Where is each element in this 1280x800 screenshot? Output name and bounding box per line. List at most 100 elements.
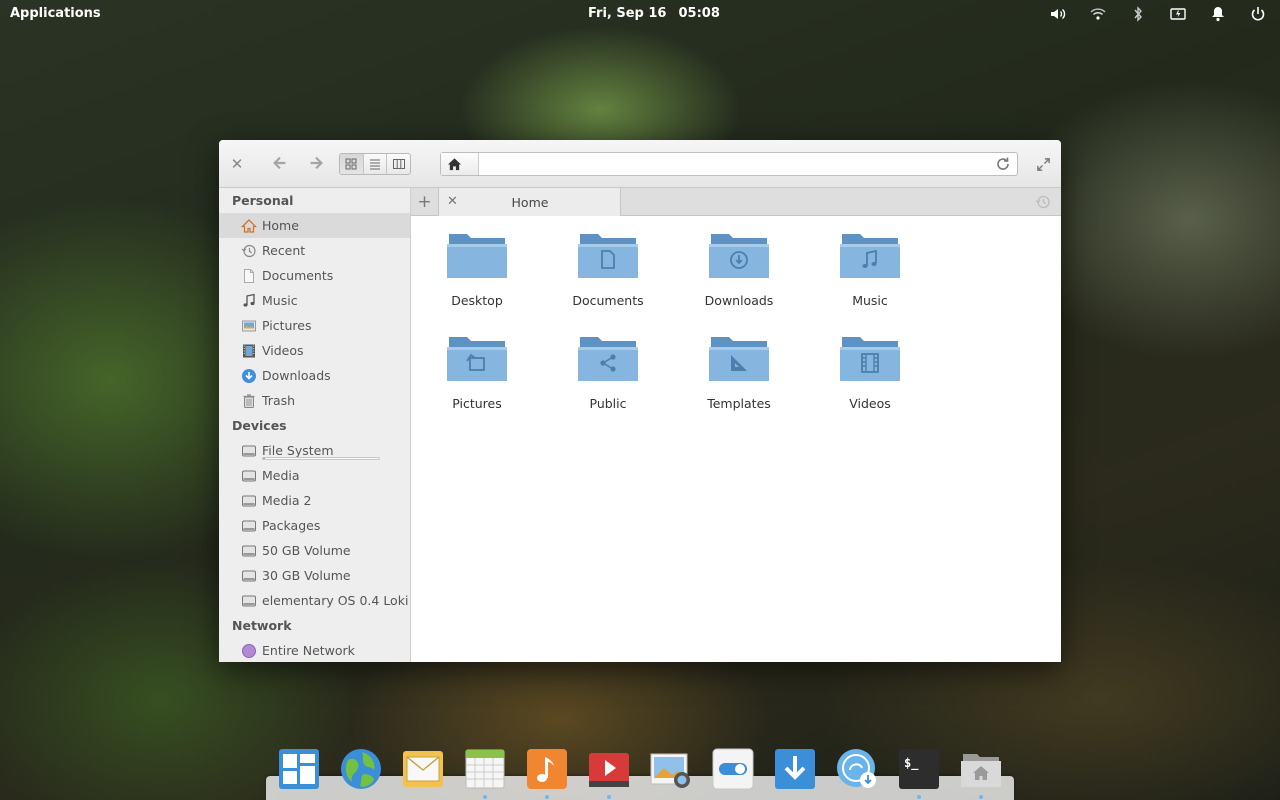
terminal-icon[interactable]: $_ [898,748,940,790]
sidebar-item-label: Downloads [262,368,331,383]
photos-icon[interactable] [650,748,692,790]
appcenter-icon[interactable] [774,748,816,790]
tab-label: Home [511,195,549,210]
columns-icon [392,159,405,169]
applications-menu[interactable]: Applications [10,6,101,21]
web-browser-icon[interactable] [340,748,382,790]
running-indicator [917,795,921,799]
reload-icon [997,157,1009,170]
folder-documents[interactable]: Documents [558,228,658,318]
header-bar: ✕ [219,140,1061,188]
running-indicator [545,795,549,799]
running-indicator [607,795,611,799]
list-view-button[interactable] [364,154,388,174]
wifi-icon[interactable] [1088,5,1108,23]
sidebar-item-label: elementary OS 0.4 Loki [262,593,409,608]
sidebar-item-recent[interactable]: Recent [219,238,410,263]
sound-icon[interactable] [1048,5,1068,23]
clock-date: Fri, Sep 16 [588,6,667,21]
folder-desktop[interactable]: Desktop [427,228,527,318]
grid-icon [345,158,357,170]
sidebar-item-music[interactable]: Music [219,288,410,313]
folder-label: Music [852,293,888,308]
mail-icon[interactable] [402,748,444,790]
folder-music[interactable]: Music [820,228,920,318]
drive-icon [241,543,257,559]
clock[interactable]: Fri, Sep 16 05:08 [588,6,720,21]
sidebar-item-file-system[interactable]: File System [219,438,410,463]
recent-icon [241,243,257,259]
calendar-icon[interactable] [464,748,506,790]
running-indicator [979,795,983,799]
folder-public[interactable]: Public [558,331,658,421]
folder-pictures-icon [447,337,507,381]
files-icon[interactable] [960,748,1002,790]
forward-button[interactable] [305,152,327,174]
maximize-button[interactable] [1034,155,1052,173]
system-settings-icon[interactable] [712,748,754,790]
close-icon: ✕ [230,155,244,173]
sidebar-item-30gb-volume[interactable]: 30 GB Volume [219,563,410,588]
files-window: ✕ Personal Home Recent Documents Music P… [219,140,1061,662]
folder-label: Videos [849,396,891,411]
folder-music-icon [840,234,900,278]
sidebar-item-trash[interactable]: Trash [219,388,410,413]
sidebar-item-videos[interactable]: Videos [219,338,410,363]
sidebar-item-elementary-os[interactable]: elementary OS 0.4 Loki [219,588,410,613]
trash-icon [241,393,257,409]
videos-player-icon[interactable] [588,748,630,790]
network-icon [241,643,257,659]
sidebar-item-label: Trash [262,393,296,408]
sidebar-item-pictures[interactable]: Pictures [219,313,410,338]
music-icon [241,293,257,309]
folder-templates[interactable]: Templates [689,331,789,421]
music-player-icon[interactable] [526,748,568,790]
history-icon [1035,195,1050,209]
sidebar-item-label: Entire Network [262,643,355,658]
location-bar[interactable] [440,152,1018,176]
document-icon [241,268,257,284]
battery-icon[interactable] [1168,5,1188,23]
drive-icon [241,468,257,484]
sidebar-item-50gb-volume[interactable]: 50 GB Volume [219,538,410,563]
closed-tabs-history-button[interactable] [1035,194,1051,210]
new-tab-button[interactable]: + [411,188,439,215]
drive-icon [241,443,257,459]
sidebar-item-documents[interactable]: Documents [219,263,410,288]
sidebar-item-media-2[interactable]: Media 2 [219,488,410,513]
sidebar-item-label: Music [262,293,298,308]
sidebar: Personal Home Recent Documents Music Pic… [219,188,411,662]
view-mode-switcher [339,153,411,175]
running-indicator [483,795,487,799]
drive-icon [241,568,257,584]
close-window-button[interactable]: ✕ [229,155,245,173]
videos-icon [241,343,257,359]
folder-downloads[interactable]: Downloads [689,228,789,318]
sidebar-item-label: Documents [262,268,334,283]
icon-view-button[interactable] [340,154,364,174]
disk-usage-fill [263,458,266,459]
power-icon[interactable] [1248,5,1268,23]
reload-button[interactable] [995,156,1011,172]
plus-icon: + [417,191,432,212]
sidebar-item-entire-network[interactable]: Entire Network [219,638,410,662]
sidebar-item-packages[interactable]: Packages [219,513,410,538]
drive-icon [241,493,257,509]
home-icon [241,218,257,234]
sidebar-item-downloads[interactable]: Downloads [219,363,410,388]
multitasking-view-icon[interactable] [278,748,320,790]
back-button[interactable] [269,152,291,174]
clock-time: 05:08 [678,6,720,21]
drive-icon [241,518,257,534]
notifications-icon[interactable] [1208,5,1228,23]
sidebar-item-home[interactable]: Home [219,213,410,238]
software-update-icon[interactable] [836,748,878,790]
bluetooth-icon[interactable] [1128,5,1148,23]
breadcrumb-home[interactable] [441,153,479,175]
folder-pictures[interactable]: Pictures [427,331,527,421]
column-view-button[interactable] [387,154,410,174]
sidebar-item-label: Packages [262,518,321,533]
tab-home[interactable]: ✕ Home [439,188,621,216]
sidebar-item-media[interactable]: Media [219,463,410,488]
folder-videos[interactable]: Videos [820,331,920,421]
